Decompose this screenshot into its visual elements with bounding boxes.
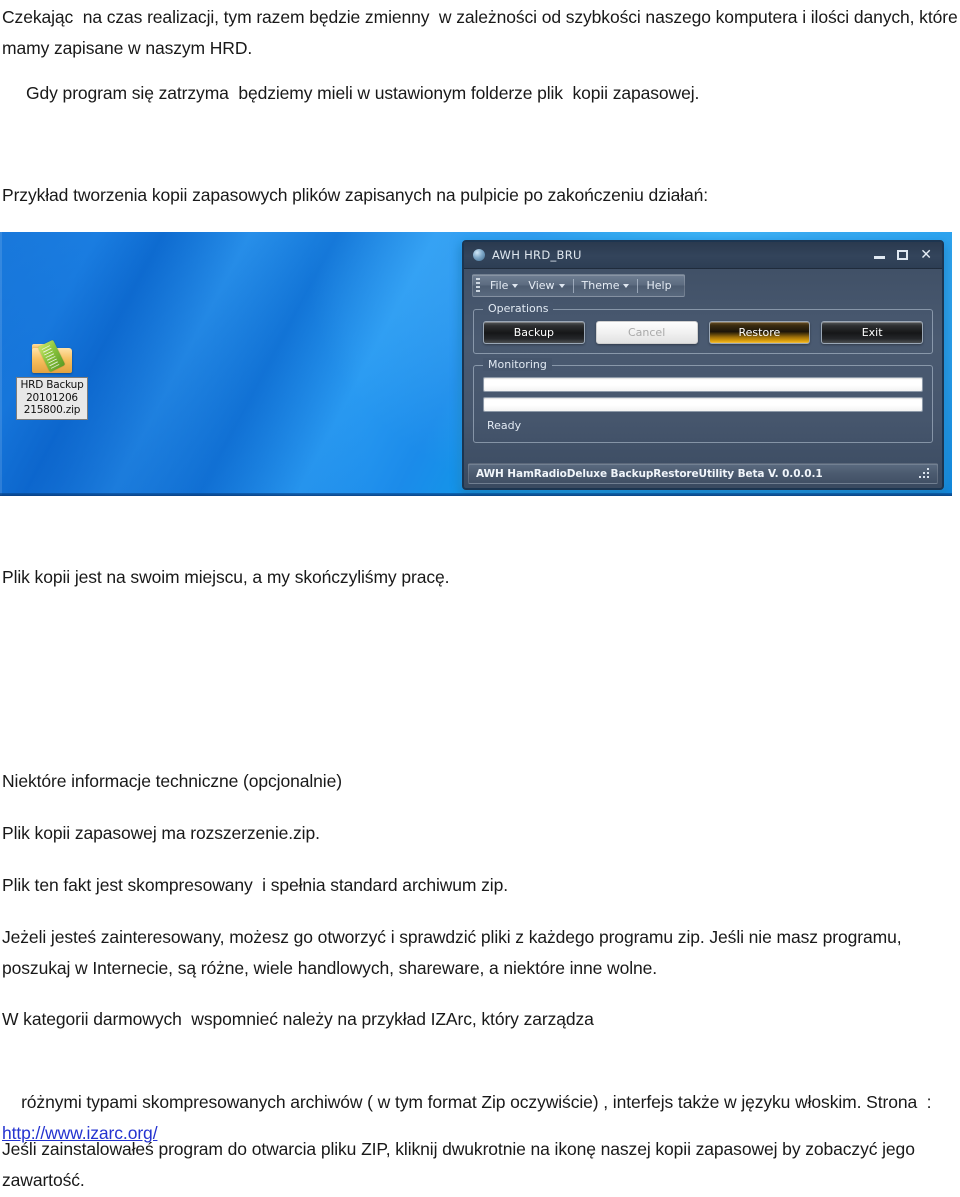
- paragraph-9: W kategorii darmowych wspomnieć należy n…: [2, 1009, 594, 1029]
- resize-grip-icon[interactable]: [919, 468, 930, 479]
- menu-item-help[interactable]: Help: [641, 279, 676, 292]
- chevron-down-icon: [512, 283, 519, 288]
- statusbar-text: AWH HamRadioDeluxe BackupRestoreUtility …: [476, 467, 823, 480]
- close-button[interactable]: ✕: [920, 248, 932, 262]
- menu-separator: [637, 278, 639, 293]
- menu-item-theme-label: Theme: [581, 279, 620, 292]
- icon-label-line-1: HRD Backup: [20, 379, 84, 391]
- menubar[interactable]: File View Theme Help: [472, 274, 685, 297]
- menu-item-view[interactable]: View: [523, 279, 569, 292]
- operations-button-row: Backup Cancel Restore Exit: [483, 321, 923, 344]
- maximize-button[interactable]: [897, 250, 909, 260]
- menu-separator: [572, 278, 574, 293]
- paragraph-6: Plik kopii zapasowej ma rozszerzenie.zip…: [2, 823, 320, 843]
- monitoring-status-text: Ready: [487, 419, 522, 432]
- paragraph-11: Jeśli zainstalowałeś program do otwarcia…: [2, 1139, 920, 1190]
- paragraph-4: Plik kopii jest na swoim miejscu, a my s…: [2, 567, 450, 587]
- backup-button[interactable]: Backup: [483, 321, 585, 344]
- icon-label-line-2: 20101206: [26, 391, 78, 404]
- paragraph-3: Przykład tworzenia kopii zapasowych plik…: [2, 185, 709, 205]
- paragraph-2: Gdy program się zatrzyma będziemy mieli …: [26, 83, 700, 103]
- document-page: Czekając na czas realizacji, tym razem b…: [0, 0, 960, 1197]
- window-titlebar[interactable]: AWH HRD_BRU ✕: [464, 242, 942, 269]
- menu-item-help-label: Help: [646, 279, 672, 292]
- exit-button[interactable]: Exit: [821, 321, 923, 344]
- operations-group: Operations Backup Cancel Restore Exit: [473, 302, 933, 354]
- chevron-down-icon: [623, 283, 630, 288]
- progress-bar-overall: [483, 377, 923, 392]
- operations-group-label: Operations: [483, 302, 554, 315]
- chevron-down-icon: [558, 283, 565, 288]
- minimize-button[interactable]: [874, 252, 886, 259]
- screenshot-left-edge: [0, 232, 2, 496]
- window-title: AWH HRD_BRU: [492, 248, 582, 262]
- paragraph-8: Jeżeli jesteś zainteresowany, możesz go …: [2, 927, 907, 978]
- window-controls: ✕: [874, 248, 936, 262]
- menubar-grip-icon[interactable]: [476, 278, 480, 293]
- menu-item-file[interactable]: File: [485, 279, 523, 292]
- zip-folder-icon: [30, 339, 74, 374]
- paragraph-10-text: różnymi typami skompresowanych archiwów …: [21, 1092, 937, 1112]
- menu-item-file-label: File: [490, 279, 509, 292]
- paragraph-7: Plik ten fakt jest skompresowany i spełn…: [2, 875, 508, 895]
- embedded-desktop-screenshot: HRD Backup 20101206 215800.zip AWH HRD_B…: [0, 232, 952, 496]
- desktop-icon-label: HRD Backup 20101206 215800.zip: [16, 377, 88, 420]
- cancel-button: Cancel: [595, 321, 698, 344]
- menu-item-view-label: View: [528, 279, 555, 292]
- icon-label-line-3: 215800.zip: [23, 404, 81, 416]
- menu-item-theme[interactable]: Theme: [577, 279, 635, 292]
- paragraph-5: Niektóre informacje techniczne (opcjonal…: [2, 771, 342, 791]
- screenshot-bottom-edge: [0, 493, 952, 496]
- monitoring-group: Monitoring Ready: [473, 358, 933, 443]
- desktop-icon-hrd-backup-zip[interactable]: HRD Backup 20101206 215800.zip: [6, 339, 98, 420]
- app-logo-icon: [473, 249, 485, 261]
- window-statusbar: AWH HamRadioDeluxe BackupRestoreUtility …: [468, 463, 938, 484]
- monitoring-group-label: Monitoring: [483, 358, 552, 371]
- menubar-container: File View Theme Help: [464, 269, 942, 298]
- restore-button[interactable]: Restore: [708, 321, 811, 344]
- paragraph-1: Czekając na czas realizacji, tym razem b…: [2, 7, 958, 58]
- progress-bar-current: [483, 397, 923, 412]
- app-window-awh-hrd-bru[interactable]: AWH HRD_BRU ✕ File View Theme Help Opera…: [462, 240, 944, 490]
